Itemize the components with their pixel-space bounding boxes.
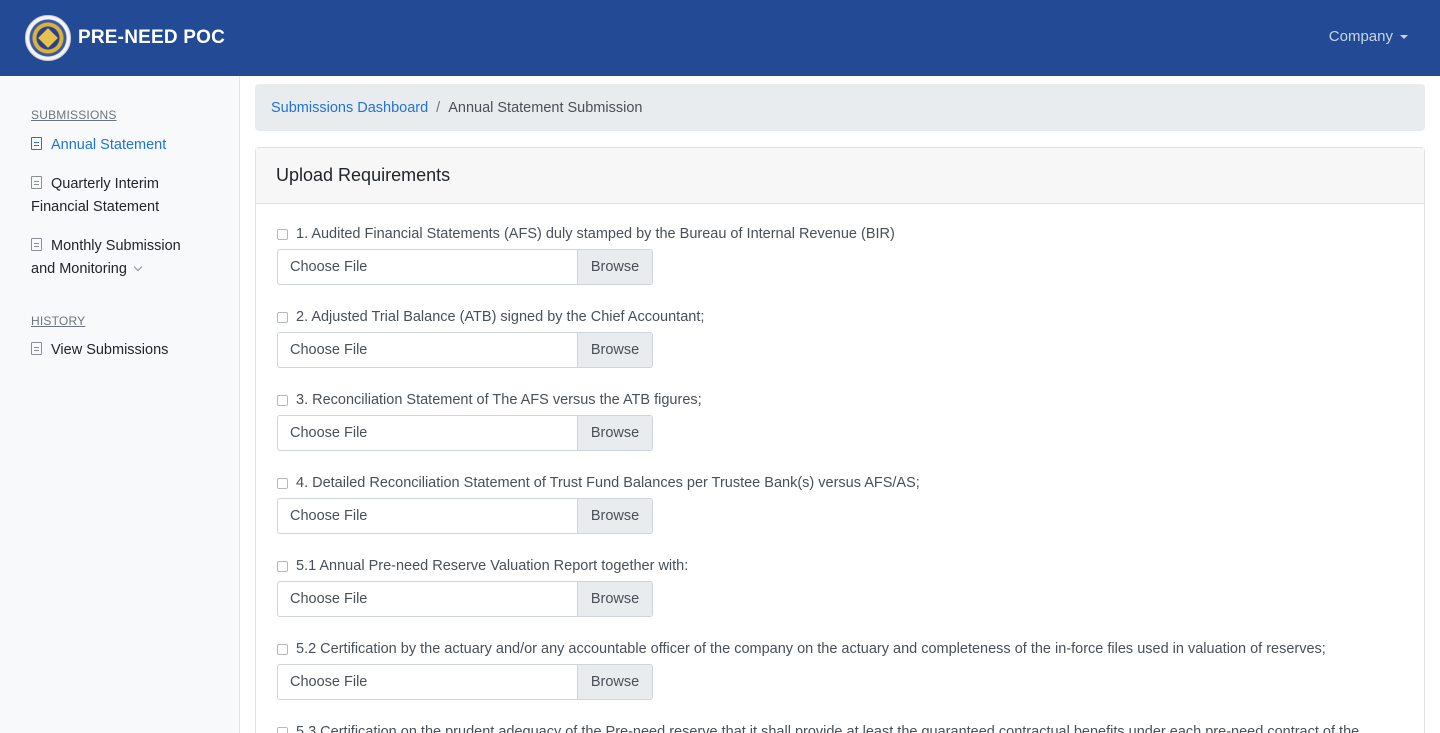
breadcrumb-link-dashboard[interactable]: Submissions Dashboard (271, 100, 428, 116)
breadcrumb-current: Annual Statement Submission (448, 99, 643, 116)
requirement-label: 2. Adjusted Trial Balance (ATB) signed b… (296, 309, 705, 325)
requirement-checkbox[interactable] (277, 643, 288, 655)
requirement-item: 5.2 Certification by the actuary and/or … (277, 639, 1417, 700)
chevron-down-icon[interactable] (133, 262, 143, 272)
company-dropdown[interactable]: Company (1329, 28, 1408, 45)
choose-file-field[interactable]: Choose File (278, 333, 577, 367)
browse-button[interactable]: Browse (577, 665, 652, 699)
sidebar-item-label: View Submissions (51, 342, 169, 358)
logo-seal-icon (25, 15, 71, 61)
document-icon (31, 342, 42, 355)
file-input[interactable]: Choose File Browse (277, 581, 653, 617)
browse-button[interactable]: Browse (577, 499, 652, 533)
brand-link[interactable]: PRE-NEED POC (25, 15, 225, 61)
requirement-label: 4. Detailed Reconciliation Statement of … (296, 475, 920, 491)
requirement-item: 3. Reconciliation Statement of The AFS v… (277, 390, 1417, 451)
requirement-label: 3. Reconciliation Statement of The AFS v… (296, 392, 702, 408)
brand-name: PRE-NEED POC (78, 27, 226, 48)
sidebar-item-view-submissions[interactable]: View Submissions (31, 339, 221, 362)
choose-file-field[interactable]: Choose File (278, 582, 577, 616)
requirement-item: 2. Adjusted Trial Balance (ATB) signed b… (277, 307, 1417, 368)
breadcrumb-separator: / (436, 99, 441, 116)
sidebar-item-label: Quarterly Interim Financial Statement (31, 176, 160, 215)
requirement-label: 5.2 Certification by the actuary and/or … (296, 641, 1326, 657)
choose-file-field[interactable]: Choose File (278, 665, 577, 699)
sidebar-item-monthly-submission[interactable]: Monthly Submission and Monitoring (31, 235, 206, 281)
browse-button[interactable]: Browse (577, 582, 652, 616)
requirement-checkbox[interactable] (277, 560, 288, 572)
company-dropdown-label: Company (1328, 28, 1393, 45)
sidebar-item-label: Monthly Submission and Monitoring (31, 238, 181, 277)
sidebar-heading-submissions: SUBMISSIONS (31, 108, 117, 122)
breadcrumb: Submissions Dashboard / Annual Statement… (255, 84, 1425, 131)
requirement-checkbox[interactable] (277, 477, 288, 489)
choose-file-field[interactable]: Choose File (278, 499, 577, 533)
sidebar: SUBMISSIONS Annual Statement Quarterly I… (0, 76, 240, 733)
requirement-checkbox[interactable] (277, 311, 288, 323)
requirement-checkbox[interactable] (277, 394, 288, 406)
caret-down-icon (1400, 34, 1408, 39)
requirement-label: 1. Audited Financial Statements (AFS) du… (296, 226, 895, 242)
file-input[interactable]: Choose File Browse (277, 332, 653, 368)
requirement-checkbox[interactable] (277, 726, 288, 733)
file-input[interactable]: Choose File Browse (277, 664, 653, 700)
file-input[interactable]: Choose File Browse (277, 249, 653, 285)
requirement-label: 5.3 Certification on the prudent adequac… (296, 724, 1360, 733)
sidebar-item-annual-statement[interactable]: Annual Statement (31, 134, 221, 157)
browse-button[interactable]: Browse (577, 250, 652, 284)
top-navbar: PRE-NEED POC Company (0, 0, 1440, 76)
choose-file-field[interactable]: Choose File (278, 416, 577, 450)
requirement-label: 5.1 Annual Pre-need Reserve Valuation Re… (296, 558, 689, 574)
choose-file-field[interactable]: Choose File (278, 250, 577, 284)
sidebar-item-quarterly-interim[interactable]: Quarterly Interim Financial Statement (31, 173, 191, 219)
document-icon (31, 176, 42, 189)
requirement-checkbox[interactable] (277, 228, 288, 240)
requirement-item: 5.1 Annual Pre-need Reserve Valuation Re… (277, 556, 1417, 617)
document-icon (31, 238, 42, 251)
card-title: Upload Requirements (256, 148, 1424, 204)
file-input[interactable]: Choose File Browse (277, 498, 653, 534)
browse-button[interactable]: Browse (577, 333, 652, 367)
document-icon (31, 137, 42, 150)
file-input[interactable]: Choose File Browse (277, 415, 653, 451)
sidebar-item-label: Annual Statement (51, 137, 167, 153)
requirement-item: 4. Detailed Reconciliation Statement of … (277, 473, 1417, 534)
browse-button[interactable]: Browse (577, 416, 652, 450)
sidebar-heading-history: HISTORY (31, 314, 86, 328)
requirement-item: 5.3 Certification on the prudent adequac… (277, 722, 1417, 733)
requirement-item: 1. Audited Financial Statements (AFS) du… (277, 224, 1417, 285)
upload-requirements-card: Upload Requirements 1. Audited Financial… (255, 147, 1425, 733)
